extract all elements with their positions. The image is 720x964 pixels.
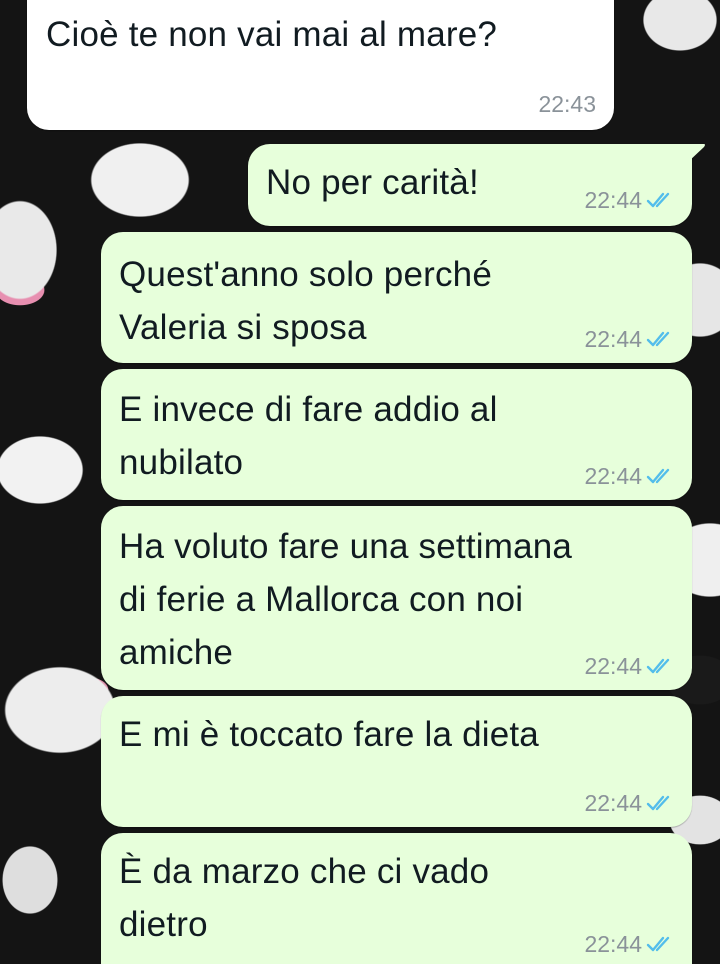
- bubble-tail: [688, 144, 705, 162]
- double-check-read-icon: [646, 795, 670, 811]
- message-bubble-incoming[interactable]: Cioè te non vai mai al mare? 22:43: [27, 0, 614, 130]
- message-time: 22:44: [584, 463, 642, 489]
- message-time: 22:43: [538, 91, 596, 117]
- message-time: 22:44: [584, 187, 642, 213]
- message-text: Cioè te non vai mai al mare?: [46, 15, 498, 54]
- message-text: E mi è toccato fare la dieta: [119, 715, 539, 754]
- message-time: 22:44: [584, 931, 642, 957]
- message-time: 22:44: [584, 790, 642, 816]
- message-time: 22:44: [584, 326, 642, 352]
- message-bubble-outgoing[interactable]: No per carità! 22:44: [248, 144, 692, 226]
- message-bubble-outgoing[interactable]: E invece di fare addio al nubilato 22:44: [101, 369, 692, 500]
- message-bubble-outgoing[interactable]: Ha voluto fare una settimana di ferie a …: [101, 506, 692, 690]
- double-check-read-icon: [646, 468, 670, 484]
- double-check-read-icon: [646, 331, 670, 347]
- double-check-read-icon: [646, 658, 670, 674]
- double-check-read-icon: [646, 192, 670, 208]
- message-time: 22:44: [584, 653, 642, 679]
- double-check-read-icon: [646, 936, 670, 952]
- message-bubble-outgoing[interactable]: È da marzo che ci vado dietro 22:44: [101, 833, 692, 964]
- message-bubble-outgoing[interactable]: E mi è toccato fare la dieta 22:44: [101, 696, 692, 827]
- message-bubble-outgoing[interactable]: Quest'anno solo perché Valeria si sposa …: [101, 232, 692, 363]
